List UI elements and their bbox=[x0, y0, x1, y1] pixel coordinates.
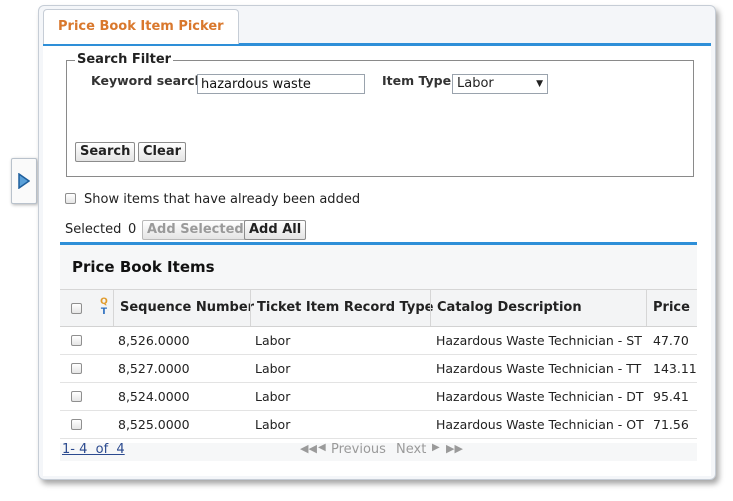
cell-price: 95.41 bbox=[653, 389, 689, 404]
cell-catalog: Hazardous Waste Technician - TT bbox=[436, 361, 642, 376]
cell-catalog: Hazardous Waste Technician - OT bbox=[436, 417, 644, 432]
last-page-icon[interactable]: ▶▶ bbox=[446, 442, 463, 455]
column-sequence-number[interactable]: Sequence Number bbox=[113, 290, 254, 326]
row-checkbox[interactable] bbox=[71, 363, 82, 374]
table-row[interactable]: 8,524.0000 Labor Hazardous Waste Technic… bbox=[60, 383, 697, 411]
keyword-search-input[interactable] bbox=[197, 74, 365, 94]
cell-record-type: Labor bbox=[255, 389, 291, 404]
item-type-label: Item Type: bbox=[382, 73, 457, 88]
pager-range: 1- 4 of 4 bbox=[62, 442, 125, 457]
select-all-checkbox[interactable] bbox=[71, 303, 82, 314]
add-selected-button[interactable]: Add Selected bbox=[142, 220, 249, 240]
column-record-type[interactable]: Ticket Item Record Type bbox=[250, 290, 433, 326]
search-button[interactable]: Search bbox=[75, 142, 136, 162]
first-page-icon[interactable]: ◀◀ bbox=[300, 442, 317, 455]
table-row[interactable]: 8,525.0000 Labor Hazardous Waste Technic… bbox=[60, 411, 697, 439]
next-page-icon[interactable]: ▶ bbox=[432, 442, 440, 453]
cell-record-type: Labor bbox=[255, 361, 291, 376]
cell-sequence: 8,525.0000 bbox=[118, 417, 190, 432]
panel-title: Price Book Items bbox=[72, 258, 215, 276]
prev-page-icon[interactable]: ◀ bbox=[318, 442, 326, 453]
clear-button[interactable]: Clear bbox=[138, 142, 186, 162]
table-row[interactable]: 8,526.0000 Labor Hazardous Waste Technic… bbox=[60, 327, 697, 355]
show-added-checkbox[interactable] bbox=[65, 193, 76, 204]
item-type-value: Labor bbox=[457, 76, 494, 91]
search-filter-legend: Search Filter bbox=[75, 52, 174, 67]
pager: 1- 4 of 4 ◀◀ ◀ Previous Next ▶ ▶▶ bbox=[60, 442, 697, 461]
cell-sequence: 8,524.0000 bbox=[118, 389, 190, 404]
cell-catalog: Hazardous Waste Technician - DT bbox=[436, 389, 644, 404]
next-link[interactable]: Next bbox=[396, 442, 426, 457]
cell-sequence: 8,527.0000 bbox=[118, 361, 190, 376]
tab-price-book-item-picker[interactable]: Price Book Item Picker bbox=[43, 9, 239, 44]
tab-bar: Price Book Item Picker bbox=[43, 9, 711, 46]
dropdown-arrow-icon: ▼ bbox=[536, 79, 543, 89]
price-book-items-panel: Price Book Items QT Sequence Number Tick… bbox=[60, 242, 697, 461]
grid-header: QT Sequence Number Ticket Item Record Ty… bbox=[60, 290, 697, 327]
previous-link[interactable]: Previous bbox=[331, 442, 386, 457]
show-added-label: Show items that have already been added bbox=[84, 192, 361, 207]
cell-price: 143.11 bbox=[653, 361, 697, 376]
expand-arrow-icon bbox=[18, 173, 30, 189]
row-checkbox[interactable] bbox=[71, 335, 82, 346]
column-price[interactable]: Price bbox=[646, 290, 697, 326]
search-filter: Search Filter Keyword search: Item Type:… bbox=[66, 52, 694, 177]
keyword-search-label: Keyword search: bbox=[91, 73, 209, 88]
table-row[interactable]: 8,527.0000 Labor Hazardous Waste Technic… bbox=[60, 355, 697, 383]
cell-price: 47.70 bbox=[653, 333, 689, 348]
cell-sequence: 8,526.0000 bbox=[118, 333, 190, 348]
cell-catalog: Hazardous Waste Technician - ST bbox=[436, 333, 642, 348]
row-checkbox[interactable] bbox=[71, 419, 82, 430]
selected-label: Selected bbox=[65, 222, 122, 237]
selected-count: 0 bbox=[128, 222, 137, 237]
add-all-button[interactable]: Add All bbox=[244, 220, 307, 240]
cell-record-type: Labor bbox=[255, 333, 291, 348]
cell-record-type: Labor bbox=[255, 417, 291, 432]
qt-sort-icon[interactable]: QT bbox=[98, 297, 110, 317]
cell-price: 71.56 bbox=[653, 417, 689, 432]
item-type-select[interactable]: Labor ▼ bbox=[452, 74, 548, 94]
column-catalog-description[interactable]: Catalog Description bbox=[430, 290, 647, 326]
row-checkbox[interactable] bbox=[71, 391, 82, 402]
expand-panel-button[interactable] bbox=[11, 158, 37, 204]
price-book-items-grid: QT Sequence Number Ticket Item Record Ty… bbox=[60, 289, 697, 443]
